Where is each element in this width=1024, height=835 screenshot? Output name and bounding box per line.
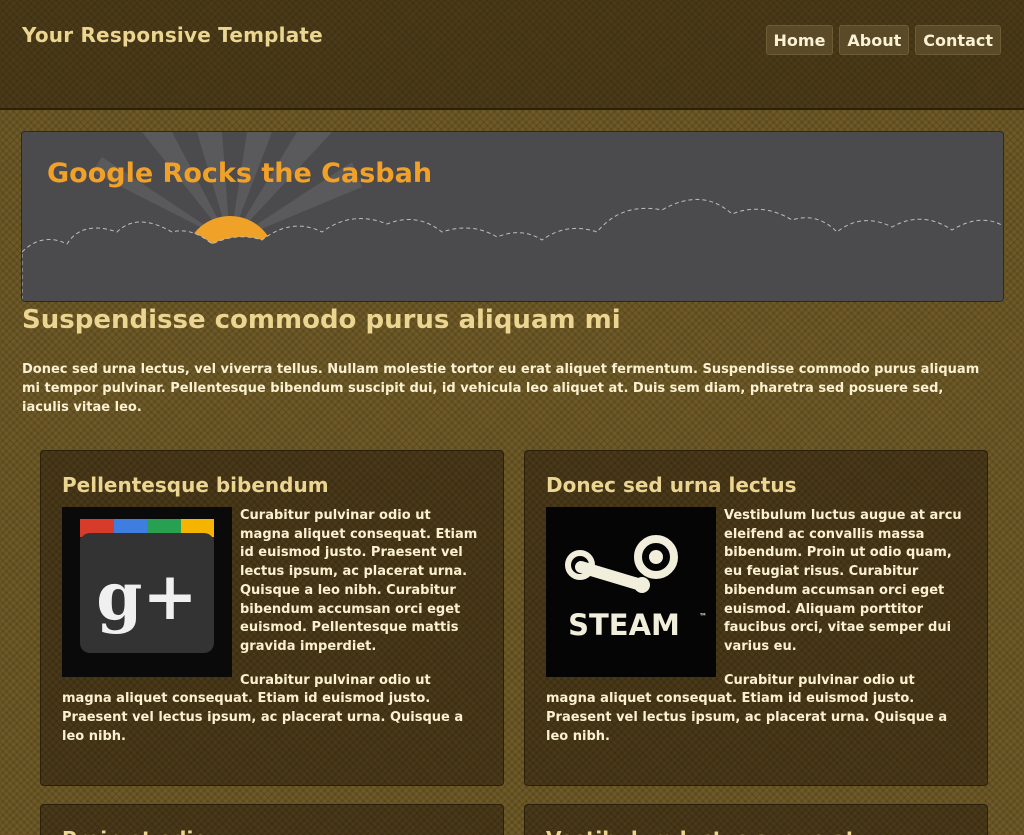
feature-card: Donec sed urna lectus STEAM ™ Vestibulum… bbox=[524, 450, 988, 786]
card-title: Vestibulum luctus augue at bbox=[546, 827, 855, 835]
site-header: Your Responsive Template Home About Cont… bbox=[0, 0, 1024, 110]
card-body: g+ Curabitur pulvinar odio ut magna aliq… bbox=[62, 507, 484, 761]
card-body: STEAM ™ Vestibulum luctus augue at arcu … bbox=[546, 507, 968, 761]
card-title: Donec sed urna lectus bbox=[546, 473, 797, 497]
hero-banner: Google Rocks the Casbah bbox=[21, 131, 1004, 302]
google-plus-logo-image: g+ bbox=[62, 507, 232, 677]
feature-card: Pellentesque bibendum g+ Curabitur pulvi… bbox=[40, 450, 504, 786]
section-heading: Suspendisse commodo purus aliquam mi bbox=[22, 305, 621, 335]
banner-title: Google Rocks the Casbah bbox=[47, 158, 433, 189]
intro-paragraph: Donec sed urna lectus, vel viverra tellu… bbox=[22, 362, 980, 415]
svg-text:™: ™ bbox=[699, 612, 707, 621]
svg-text:g+: g+ bbox=[96, 557, 197, 635]
card-text: Curabitur pulvinar odio ut magna aliquet… bbox=[546, 672, 948, 744]
main-nav: Home About Contact bbox=[765, 25, 1001, 55]
steam-logo-text: STEAM bbox=[568, 608, 680, 642]
nav-about-button[interactable]: About bbox=[839, 25, 910, 55]
nav-home-button[interactable]: Home bbox=[765, 25, 834, 55]
card-title: Proin et odio bbox=[62, 827, 207, 835]
card-text: Curabitur pulvinar odio ut magna aliquet… bbox=[62, 672, 464, 744]
steam-logo-image: STEAM ™ bbox=[546, 507, 716, 677]
card-title: Pellentesque bibendum bbox=[62, 473, 329, 497]
feature-card: Vestibulum luctus augue at bbox=[524, 804, 988, 835]
feature-card: Proin et odio bbox=[40, 804, 504, 835]
site-title[interactable]: Your Responsive Template bbox=[22, 23, 323, 47]
nav-contact-button[interactable]: Contact bbox=[915, 25, 1001, 55]
